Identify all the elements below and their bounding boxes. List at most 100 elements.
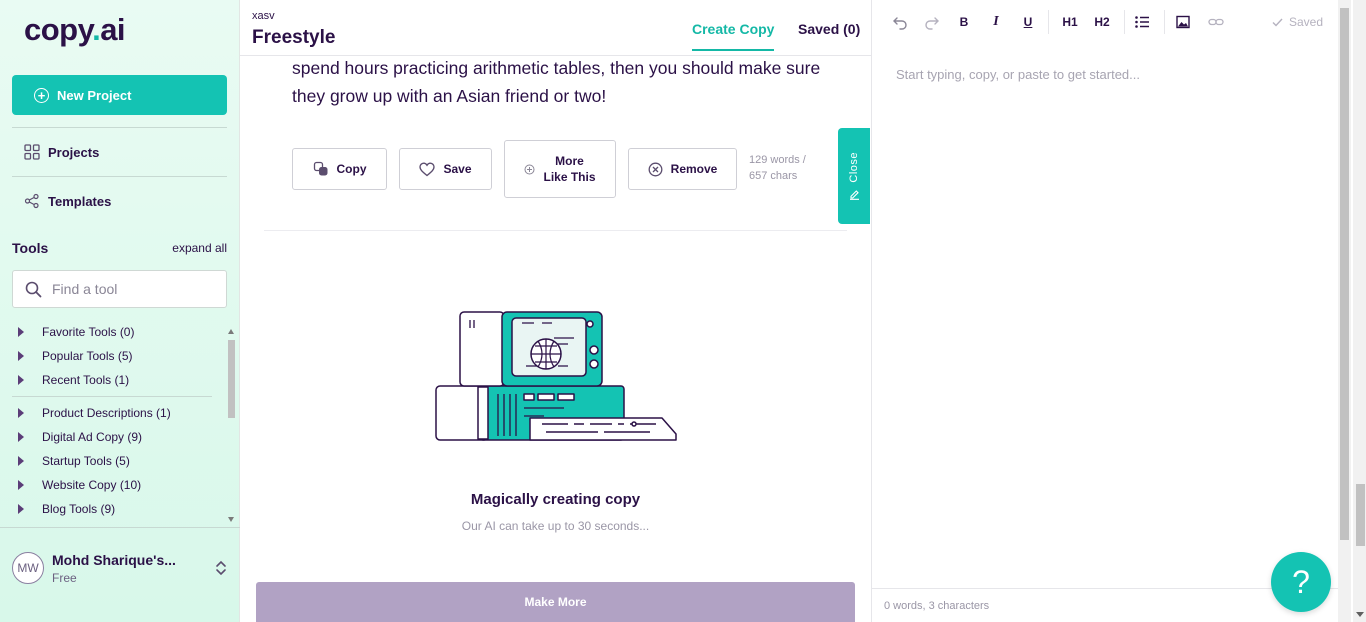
scrollbar-thumb[interactable] [1356, 484, 1365, 546]
more-label-line1: More [555, 154, 584, 168]
tool-group-label: Product Descriptions (1) [42, 406, 171, 420]
logo-text: copy [24, 12, 93, 47]
toolbar-divider [1124, 10, 1125, 34]
scroll-down-arrow-icon[interactable] [1356, 612, 1364, 617]
new-project-label: New Project [57, 87, 132, 103]
copy-button[interactable]: Copy [292, 148, 387, 190]
tool-group-popular[interactable]: Popular Tools (5) [12, 349, 133, 363]
tool-group-startup-tools[interactable]: Startup Tools (5) [12, 454, 130, 468]
scrollbar-thumb[interactable] [228, 340, 235, 418]
more-like-this-button[interactable]: More Like This [504, 140, 616, 198]
tool-group-label: Popular Tools (5) [42, 349, 133, 363]
editor-word-count: 0 words, 3 characters [884, 600, 990, 612]
tools-title: Tools [12, 240, 49, 256]
scroll-down-arrow-icon[interactable] [228, 517, 234, 522]
caret-right-icon [18, 504, 24, 514]
chevron-up-down-icon[interactable] [214, 558, 228, 578]
retro-computer-illustration [435, 311, 677, 441]
heading1-button[interactable]: H1 [1060, 12, 1080, 32]
projects-label: Projects [48, 144, 100, 160]
make-more-button[interactable]: Make More [256, 582, 855, 622]
loading-title: Magically creating copy [470, 491, 641, 508]
word-char-count: 129 words / 657 chars [749, 152, 819, 184]
user-plan: Free [52, 571, 77, 585]
toolbar-divider [1048, 10, 1049, 34]
heart-icon [419, 161, 436, 177]
caret-right-icon [18, 408, 24, 418]
logo-ai: ai [100, 12, 126, 47]
tool-search-input[interactable] [52, 281, 202, 297]
user-account-switcher[interactable]: MW Mohd Sharique's... Free [0, 527, 240, 622]
editor-scrollbar[interactable] [1338, 0, 1351, 622]
bold-button[interactable]: B [958, 12, 970, 32]
pencil-icon [849, 190, 859, 200]
scrollbar-thumb[interactable] [1340, 8, 1349, 540]
sidebar-item-templates[interactable]: Templates [24, 193, 111, 209]
tool-group-website-copy[interactable]: Website Copy (10) [12, 478, 141, 492]
generated-copy-text: spend hours practicing arithmetic tables… [292, 58, 821, 106]
grid-icon [24, 144, 40, 160]
tool-group-digital-ad-copy[interactable]: Digital Ad Copy (9) [12, 430, 142, 444]
tool-search-box[interactable] [12, 270, 227, 308]
caret-right-icon [18, 432, 24, 442]
page-title: Freestyle [252, 27, 336, 48]
tool-group-recent[interactable]: Recent Tools (1) [12, 373, 129, 387]
caret-right-icon [18, 456, 24, 466]
tab-saved[interactable]: Saved (0) [798, 21, 860, 37]
caret-right-icon [18, 375, 24, 385]
copy-icon [313, 161, 329, 177]
templates-label: Templates [48, 193, 112, 209]
tool-group-label: Recent Tools (1) [42, 373, 130, 387]
expand-all-link[interactable]: expand all [172, 241, 227, 255]
loading-subtitle: Our AI can take up to 30 seconds... [461, 519, 650, 533]
remove-label: Remove [670, 162, 718, 176]
sidebar: copy.ai + New Project Projects Templates… [0, 0, 240, 622]
italic-button[interactable]: I [990, 12, 1002, 32]
heading2-button[interactable]: H2 [1092, 12, 1112, 32]
copyai-logo[interactable]: copy.ai [24, 12, 126, 48]
char-count: 657 chars [749, 170, 798, 182]
close-editor-tab[interactable]: Close [838, 128, 870, 224]
caret-right-icon [18, 351, 24, 361]
link-icon[interactable] [1208, 12, 1224, 32]
new-project-button[interactable]: + New Project [12, 75, 227, 115]
workspace-header: xasv Freestyle Create Copy Saved (0) [240, 0, 871, 56]
tool-group-favorite[interactable]: Favorite Tools (0) [12, 325, 134, 339]
tool-list-divider [12, 396, 212, 397]
editor-toolbar: B I U H1 H2 Saved [872, 0, 1338, 44]
check-icon [1272, 18, 1283, 27]
plus-circle-icon: + [34, 87, 49, 103]
tool-group-label: Blog Tools (9) [42, 502, 116, 516]
tool-list-scrollbar[interactable] [227, 326, 236, 524]
search-icon [25, 281, 42, 297]
image-icon[interactable] [1176, 12, 1190, 32]
caret-right-icon [18, 480, 24, 490]
redo-icon[interactable] [924, 12, 940, 32]
tool-group-blog-tools[interactable]: Blog Tools (9) [12, 502, 115, 516]
underline-button[interactable]: U [1022, 12, 1034, 32]
sidebar-divider [12, 176, 227, 177]
undo-icon[interactable] [892, 12, 908, 32]
bullet-list-icon[interactable] [1134, 12, 1150, 32]
tool-group-label: Website Copy (10) [42, 478, 142, 492]
help-button[interactable]: ? [1271, 552, 1331, 612]
plus-circle-icon [524, 164, 535, 175]
logo-dot: . [92, 12, 101, 47]
window-scrollbar[interactable] [1353, 0, 1366, 622]
tool-group-product-descriptions[interactable]: Product Descriptions (1) [12, 406, 171, 420]
avatar: MW [12, 552, 44, 584]
scroll-up-arrow-icon[interactable] [228, 329, 234, 334]
sidebar-divider [12, 127, 227, 128]
save-label: Save [443, 162, 472, 176]
remove-button[interactable]: Remove [628, 148, 737, 190]
share-nodes-icon [24, 193, 39, 209]
user-name: Mohd Sharique's... [52, 552, 176, 568]
tool-group-label: Startup Tools (5) [42, 454, 130, 468]
word-count: 129 words / [749, 154, 806, 166]
editor-footer: 0 words, 3 characters [872, 588, 1338, 622]
sidebar-item-projects[interactable]: Projects [24, 144, 99, 160]
copy-workspace: spend hours practicing arithmetic tables… [240, 0, 871, 622]
save-button[interactable]: Save [399, 148, 492, 190]
tab-create-copy[interactable]: Create Copy [692, 21, 775, 51]
editor-placeholder[interactable]: Start typing, copy, or paste to get star… [896, 67, 1140, 82]
